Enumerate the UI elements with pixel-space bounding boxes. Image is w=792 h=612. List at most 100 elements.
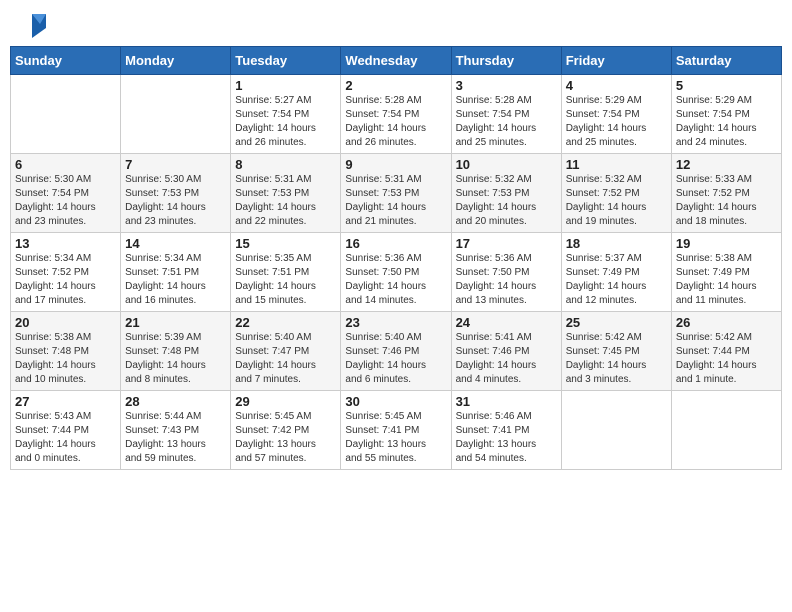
day-info: Sunrise: 5:43 AM Sunset: 7:44 PM Dayligh… <box>15 410 116 466</box>
day-number: 8 <box>235 157 336 172</box>
day-number: 13 <box>15 236 116 251</box>
calendar-cell: 30Sunrise: 5:45 AM Sunset: 7:41 PM Dayli… <box>341 391 451 470</box>
day-number: 28 <box>125 394 226 409</box>
day-info: Sunrise: 5:35 AM Sunset: 7:51 PM Dayligh… <box>235 252 336 308</box>
day-number: 19 <box>676 236 777 251</box>
day-info: Sunrise: 5:46 AM Sunset: 7:41 PM Dayligh… <box>456 410 557 466</box>
day-info: Sunrise: 5:33 AM Sunset: 7:52 PM Dayligh… <box>676 173 777 229</box>
day-info: Sunrise: 5:32 AM Sunset: 7:53 PM Dayligh… <box>456 173 557 229</box>
calendar-cell: 20Sunrise: 5:38 AM Sunset: 7:48 PM Dayli… <box>11 312 121 391</box>
weekday-header-monday: Monday <box>121 47 231 75</box>
calendar-cell: 18Sunrise: 5:37 AM Sunset: 7:49 PM Dayli… <box>561 233 671 312</box>
day-number: 24 <box>456 315 557 330</box>
calendar-cell: 25Sunrise: 5:42 AM Sunset: 7:45 PM Dayli… <box>561 312 671 391</box>
day-number: 25 <box>566 315 667 330</box>
day-number: 29 <box>235 394 336 409</box>
weekday-header-sunday: Sunday <box>11 47 121 75</box>
day-number: 10 <box>456 157 557 172</box>
calendar-cell: 4Sunrise: 5:29 AM Sunset: 7:54 PM Daylig… <box>561 75 671 154</box>
day-info: Sunrise: 5:27 AM Sunset: 7:54 PM Dayligh… <box>235 94 336 150</box>
calendar-cell: 19Sunrise: 5:38 AM Sunset: 7:49 PM Dayli… <box>671 233 781 312</box>
day-info: Sunrise: 5:28 AM Sunset: 7:54 PM Dayligh… <box>456 94 557 150</box>
calendar-cell: 2Sunrise: 5:28 AM Sunset: 7:54 PM Daylig… <box>341 75 451 154</box>
day-number: 23 <box>345 315 446 330</box>
week-row-4: 20Sunrise: 5:38 AM Sunset: 7:48 PM Dayli… <box>11 312 782 391</box>
day-number: 1 <box>235 78 336 93</box>
day-info: Sunrise: 5:32 AM Sunset: 7:52 PM Dayligh… <box>566 173 667 229</box>
day-info: Sunrise: 5:41 AM Sunset: 7:46 PM Dayligh… <box>456 331 557 387</box>
week-row-2: 6Sunrise: 5:30 AM Sunset: 7:54 PM Daylig… <box>11 154 782 233</box>
day-info: Sunrise: 5:42 AM Sunset: 7:44 PM Dayligh… <box>676 331 777 387</box>
day-info: Sunrise: 5:29 AM Sunset: 7:54 PM Dayligh… <box>676 94 777 150</box>
calendar-cell: 5Sunrise: 5:29 AM Sunset: 7:54 PM Daylig… <box>671 75 781 154</box>
calendar-cell: 23Sunrise: 5:40 AM Sunset: 7:46 PM Dayli… <box>341 312 451 391</box>
calendar-cell <box>121 75 231 154</box>
day-info: Sunrise: 5:44 AM Sunset: 7:43 PM Dayligh… <box>125 410 226 466</box>
weekday-header-row: SundayMondayTuesdayWednesdayThursdayFrid… <box>11 47 782 75</box>
calendar-cell: 27Sunrise: 5:43 AM Sunset: 7:44 PM Dayli… <box>11 391 121 470</box>
day-info: Sunrise: 5:45 AM Sunset: 7:42 PM Dayligh… <box>235 410 336 466</box>
calendar-cell: 16Sunrise: 5:36 AM Sunset: 7:50 PM Dayli… <box>341 233 451 312</box>
day-number: 22 <box>235 315 336 330</box>
day-number: 16 <box>345 236 446 251</box>
calendar-cell: 24Sunrise: 5:41 AM Sunset: 7:46 PM Dayli… <box>451 312 561 391</box>
day-info: Sunrise: 5:40 AM Sunset: 7:47 PM Dayligh… <box>235 331 336 387</box>
week-row-1: 1Sunrise: 5:27 AM Sunset: 7:54 PM Daylig… <box>11 75 782 154</box>
day-info: Sunrise: 5:30 AM Sunset: 7:53 PM Dayligh… <box>125 173 226 229</box>
day-number: 27 <box>15 394 116 409</box>
calendar-cell <box>11 75 121 154</box>
calendar-cell: 10Sunrise: 5:32 AM Sunset: 7:53 PM Dayli… <box>451 154 561 233</box>
day-info: Sunrise: 5:42 AM Sunset: 7:45 PM Dayligh… <box>566 331 667 387</box>
calendar-cell: 3Sunrise: 5:28 AM Sunset: 7:54 PM Daylig… <box>451 75 561 154</box>
logo-icon <box>14 10 46 38</box>
day-info: Sunrise: 5:40 AM Sunset: 7:46 PM Dayligh… <box>345 331 446 387</box>
day-number: 7 <box>125 157 226 172</box>
day-number: 26 <box>676 315 777 330</box>
week-row-5: 27Sunrise: 5:43 AM Sunset: 7:44 PM Dayli… <box>11 391 782 470</box>
calendar-cell: 13Sunrise: 5:34 AM Sunset: 7:52 PM Dayli… <box>11 233 121 312</box>
calendar-cell: 28Sunrise: 5:44 AM Sunset: 7:43 PM Dayli… <box>121 391 231 470</box>
calendar-cell <box>671 391 781 470</box>
day-info: Sunrise: 5:36 AM Sunset: 7:50 PM Dayligh… <box>345 252 446 308</box>
calendar-cell: 1Sunrise: 5:27 AM Sunset: 7:54 PM Daylig… <box>231 75 341 154</box>
day-info: Sunrise: 5:45 AM Sunset: 7:41 PM Dayligh… <box>345 410 446 466</box>
calendar-cell: 26Sunrise: 5:42 AM Sunset: 7:44 PM Dayli… <box>671 312 781 391</box>
day-number: 14 <box>125 236 226 251</box>
day-number: 21 <box>125 315 226 330</box>
day-number: 2 <box>345 78 446 93</box>
calendar-cell: 21Sunrise: 5:39 AM Sunset: 7:48 PM Dayli… <box>121 312 231 391</box>
day-number: 5 <box>676 78 777 93</box>
day-number: 15 <box>235 236 336 251</box>
calendar-cell: 11Sunrise: 5:32 AM Sunset: 7:52 PM Dayli… <box>561 154 671 233</box>
day-info: Sunrise: 5:28 AM Sunset: 7:54 PM Dayligh… <box>345 94 446 150</box>
day-number: 18 <box>566 236 667 251</box>
day-info: Sunrise: 5:38 AM Sunset: 7:49 PM Dayligh… <box>676 252 777 308</box>
calendar-cell <box>561 391 671 470</box>
day-info: Sunrise: 5:37 AM Sunset: 7:49 PM Dayligh… <box>566 252 667 308</box>
day-number: 30 <box>345 394 446 409</box>
header <box>10 10 782 38</box>
day-info: Sunrise: 5:31 AM Sunset: 7:53 PM Dayligh… <box>235 173 336 229</box>
calendar-cell: 6Sunrise: 5:30 AM Sunset: 7:54 PM Daylig… <box>11 154 121 233</box>
day-info: Sunrise: 5:38 AM Sunset: 7:48 PM Dayligh… <box>15 331 116 387</box>
calendar-table: SundayMondayTuesdayWednesdayThursdayFrid… <box>10 46 782 470</box>
calendar-cell: 22Sunrise: 5:40 AM Sunset: 7:47 PM Dayli… <box>231 312 341 391</box>
day-number: 6 <box>15 157 116 172</box>
day-number: 12 <box>676 157 777 172</box>
day-number: 4 <box>566 78 667 93</box>
calendar-cell: 9Sunrise: 5:31 AM Sunset: 7:53 PM Daylig… <box>341 154 451 233</box>
weekday-header-saturday: Saturday <box>671 47 781 75</box>
weekday-header-tuesday: Tuesday <box>231 47 341 75</box>
weekday-header-thursday: Thursday <box>451 47 561 75</box>
weekday-header-friday: Friday <box>561 47 671 75</box>
day-info: Sunrise: 5:31 AM Sunset: 7:53 PM Dayligh… <box>345 173 446 229</box>
calendar-cell: 17Sunrise: 5:36 AM Sunset: 7:50 PM Dayli… <box>451 233 561 312</box>
day-info: Sunrise: 5:29 AM Sunset: 7:54 PM Dayligh… <box>566 94 667 150</box>
day-info: Sunrise: 5:36 AM Sunset: 7:50 PM Dayligh… <box>456 252 557 308</box>
calendar-cell: 12Sunrise: 5:33 AM Sunset: 7:52 PM Dayli… <box>671 154 781 233</box>
weekday-header-wednesday: Wednesday <box>341 47 451 75</box>
day-info: Sunrise: 5:34 AM Sunset: 7:52 PM Dayligh… <box>15 252 116 308</box>
day-info: Sunrise: 5:30 AM Sunset: 7:54 PM Dayligh… <box>15 173 116 229</box>
week-row-3: 13Sunrise: 5:34 AM Sunset: 7:52 PM Dayli… <box>11 233 782 312</box>
day-number: 9 <box>345 157 446 172</box>
